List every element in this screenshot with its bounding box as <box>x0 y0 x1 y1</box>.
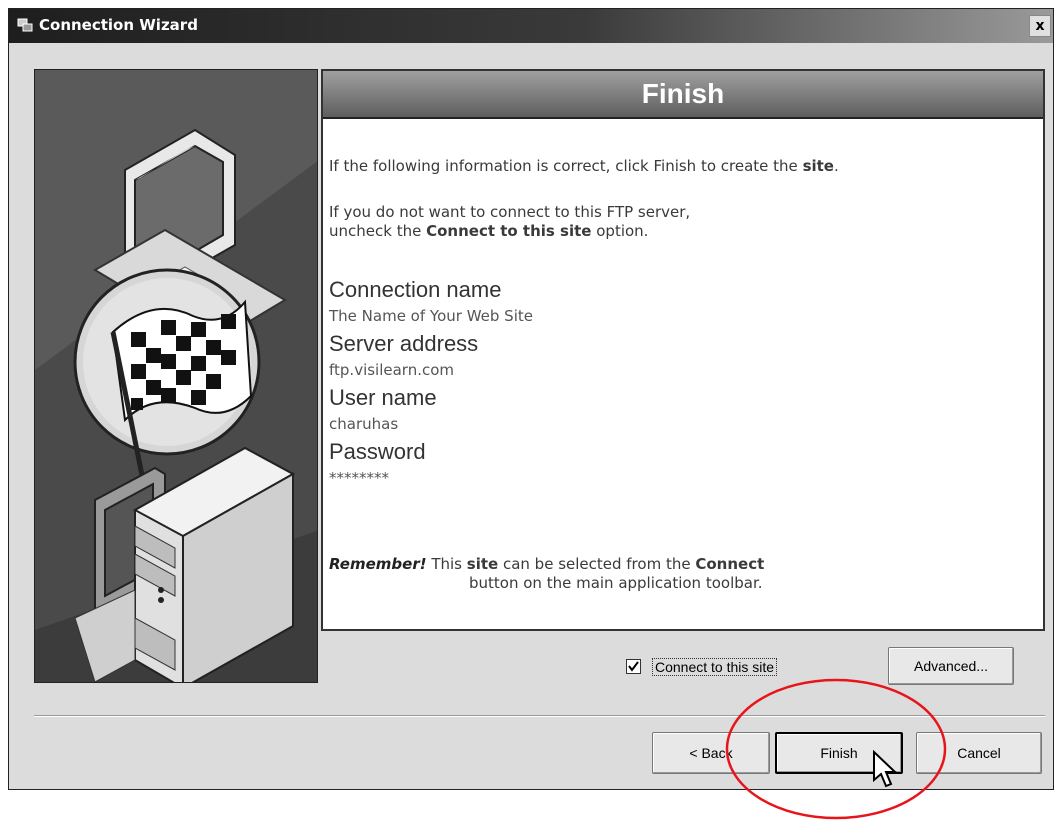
remember-line-1-bold2: Connect <box>695 555 765 573</box>
page-title: Finish <box>641 78 725 109</box>
connection-wizard-window: Connection Wizard x Finish If the follow… <box>8 8 1054 790</box>
intro-line-3-bold: Connect to this site <box>426 222 592 240</box>
title-bar[interactable]: Connection Wizard x <box>9 9 1053 43</box>
connection-name-value: The Name of Your Web Site <box>329 307 533 325</box>
intro-line-3-suffix: option. <box>591 222 649 240</box>
intro-line-1-suffix: . <box>833 157 839 175</box>
intro-line-1-text: If the following information is correct,… <box>329 157 803 175</box>
window-title: Connection Wizard <box>39 16 198 34</box>
intro-line-1: If the following information is correct,… <box>329 157 839 175</box>
intro-line-3-text: uncheck the <box>329 222 427 240</box>
user-name-label: User name <box>329 385 437 410</box>
finish-header: Finish <box>323 71 1043 119</box>
remember-line-1-prefix: This <box>431 555 467 573</box>
intro-line-2: If you do not want to connect to this FT… <box>329 203 691 221</box>
remember-line-1-bold: site <box>466 555 499 573</box>
password-value: ******** <box>329 469 389 487</box>
back-button[interactable]: < Back <box>652 732 770 774</box>
wizard-app-icon <box>17 18 33 32</box>
password-label: Password <box>329 439 426 464</box>
intro-line-1-bold: site <box>802 157 834 175</box>
mouse-pointer-icon <box>873 750 898 788</box>
remember-label: Remember! <box>329 555 427 573</box>
wizard-illustration-art <box>35 70 317 682</box>
button-divider <box>34 715 1045 717</box>
remember-line-2: button on the main application toolbar. <box>469 574 763 592</box>
connect-checkbox-label[interactable]: Connect to this site <box>652 658 778 676</box>
checkbox-checked-icon[interactable] <box>626 659 641 674</box>
checkered-flag-icon <box>73 268 261 481</box>
server-address-label: Server address <box>329 331 479 356</box>
close-button[interactable]: x <box>1029 15 1051 37</box>
remember-line-1: Remember! This site can be selected from… <box>329 555 764 573</box>
wizard-content-panel: Finish If the following information is c… <box>321 69 1045 631</box>
user-name-value: charuhas <box>329 415 399 433</box>
close-icon: x <box>1035 18 1045 34</box>
intro-line-3: uncheck the Connect to this site option. <box>329 222 648 240</box>
wizard-illustration <box>34 69 318 683</box>
advanced-button[interactable]: Advanced... <box>888 647 1014 685</box>
cancel-button[interactable]: Cancel <box>916 732 1042 774</box>
server-address-value: ftp.visilearn.com <box>329 361 455 379</box>
connection-name-label: Connection name <box>329 277 502 302</box>
remember-line-1-mid: can be selected from the <box>498 555 696 573</box>
